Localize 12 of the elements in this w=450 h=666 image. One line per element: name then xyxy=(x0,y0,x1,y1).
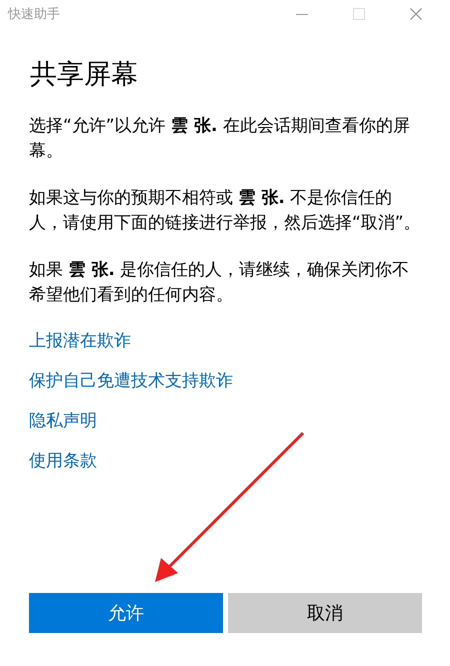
allow-button[interactable]: 允许 xyxy=(29,593,223,633)
window-title: 快速助手 xyxy=(8,6,60,23)
message-paragraph: 选择“允许”以允许 雲 张. 在此会话期间查看你的屏幕。 xyxy=(29,115,411,163)
link[interactable]: 保护自己免遭技术支持欺诈 xyxy=(29,369,233,394)
dialog-heading: 共享屏幕 xyxy=(30,58,139,92)
message-paragraph: 如果 雲 张. 是你信任的人，请继续，确保关闭你不希望他们看到的任何内容。 xyxy=(29,259,410,307)
link[interactable]: 上报潜在欺诈 xyxy=(29,329,131,354)
message-paragraph: 如果这与你的预期不相符或 雲 张. 不是你信任的人，请使用下面的链接进行举报，然后选择“取消”。 xyxy=(29,187,422,235)
link[interactable]: 使用条款 xyxy=(29,449,97,474)
close-icon[interactable] xyxy=(410,8,422,20)
cancel-button[interactable]: 取消 xyxy=(228,593,422,633)
link[interactable]: 隐私声明 xyxy=(29,409,97,434)
